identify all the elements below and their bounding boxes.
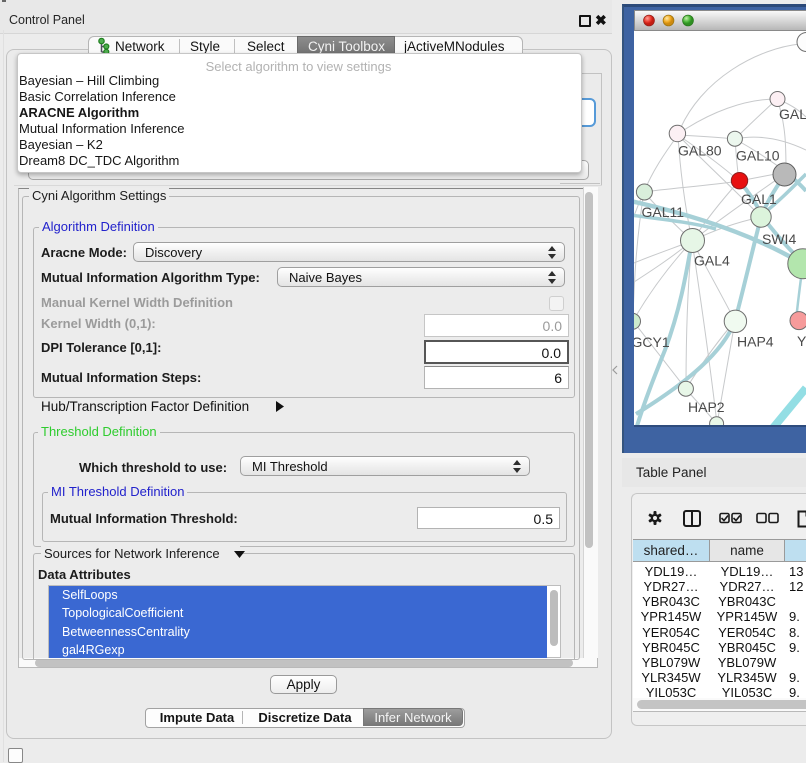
svg-text:HAP2: HAP2 — [688, 399, 725, 415]
svg-text:GAL11: GAL11 — [642, 204, 685, 220]
svg-text:SWI4: SWI4 — [762, 231, 796, 247]
svg-text:GAL1: GAL1 — [741, 191, 777, 207]
svg-text:GAL80: GAL80 — [678, 143, 722, 159]
svg-text:GCY1: GCY1 — [634, 334, 670, 350]
svg-text:GAL4: GAL4 — [694, 253, 730, 269]
svg-text:GAL10: GAL10 — [736, 148, 780, 164]
svg-text:YM: YM — [797, 333, 806, 349]
svg-text:GAL7: GAL7 — [779, 106, 806, 122]
svg-text:HAP4: HAP4 — [737, 333, 774, 349]
